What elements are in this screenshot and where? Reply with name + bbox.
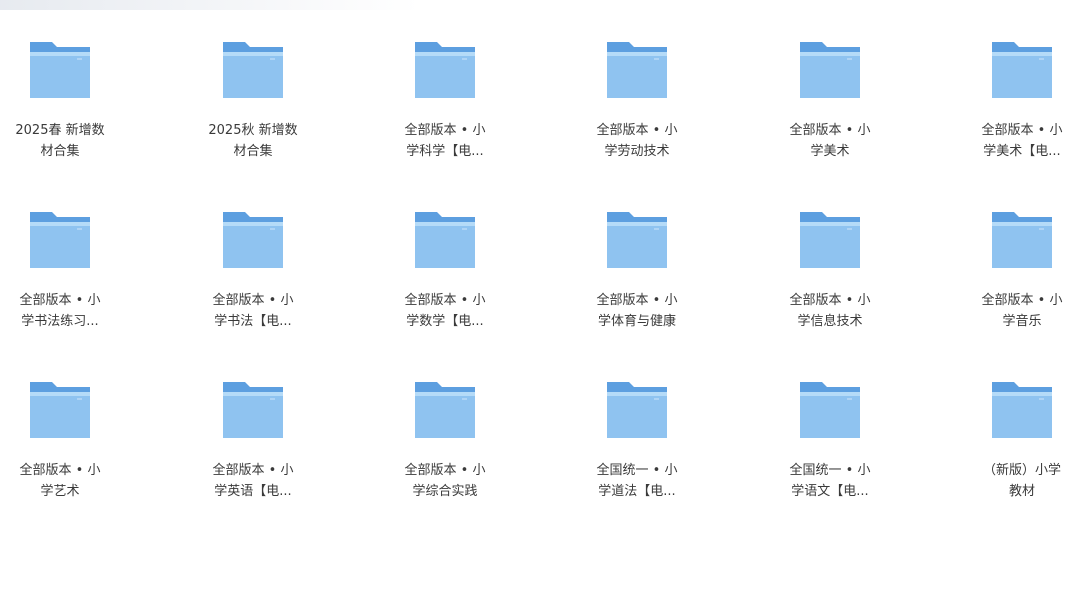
folder-item[interactable]: 全部版本 • 小 学英语【电... — [198, 380, 308, 502]
folder-name-line-1: 全部版本 • 小 — [789, 123, 871, 138]
folder-name-line-1: 全国统一 • 小 — [596, 463, 678, 478]
folder-icon — [30, 42, 90, 98]
folder-item[interactable]: 全部版本 • 小 学美术【电... — [967, 40, 1077, 162]
folder-icon — [415, 382, 475, 438]
folder-name-line-2: 材合集 — [40, 144, 80, 159]
folder-name-line-2: 学美术 — [810, 144, 850, 159]
folder-icon — [607, 382, 667, 438]
folder-item[interactable]: 2025秋 新增数 材合集 — [198, 40, 308, 162]
folder-name-line-2: 学劳动技术 — [604, 144, 670, 159]
folder-item[interactable]: 全国统一 • 小 学道法【电... — [582, 380, 692, 502]
folder-name-line-2: 学道法【电... — [598, 484, 676, 499]
folder-icon — [607, 42, 667, 98]
folder-name-line-2: 学书法【电... — [214, 314, 292, 329]
folder-icon — [992, 382, 1052, 438]
folder-icon — [30, 382, 90, 438]
folder-item[interactable]: 全部版本 • 小 学美术 — [775, 40, 885, 162]
folder-item[interactable]: 2025春 新增数 材合集 — [5, 40, 115, 162]
folder-name-line-1: 全部版本 • 小 — [596, 293, 678, 308]
folder-name-line-2: 学数学【电... — [406, 314, 484, 329]
folder-icon — [223, 382, 283, 438]
folder-name-line-1: 全部版本 • 小 — [981, 293, 1063, 308]
folder-icon — [415, 42, 475, 98]
folder-item[interactable]: 全部版本 • 小 学劳动技术 — [582, 40, 692, 162]
folder-icon — [415, 212, 475, 268]
folder-name-line-1: 全部版本 • 小 — [981, 123, 1063, 138]
folder-icon — [223, 212, 283, 268]
folder-item[interactable]: 全部版本 • 小 学综合实践 — [390, 380, 500, 502]
folder-item[interactable]: 全部版本 • 小 学书法【电... — [198, 210, 308, 332]
folder-name-line-2: 学综合实践 — [412, 484, 478, 499]
folder-icon — [992, 212, 1052, 268]
folder-icon — [607, 212, 667, 268]
folder-icon — [30, 212, 90, 268]
folder-name-line-2: 学体育与健康 — [597, 314, 676, 329]
folder-item[interactable]: 全部版本 • 小 学信息技术 — [775, 210, 885, 332]
folder-item[interactable]: 全部版本 • 小 学书法练习... — [5, 210, 115, 332]
folder-name-line-1: 全部版本 • 小 — [404, 123, 486, 138]
folder-icon — [223, 42, 283, 98]
folder-name-line-1: 全部版本 • 小 — [404, 463, 486, 478]
folder-icon — [800, 382, 860, 438]
folder-icon — [800, 42, 860, 98]
folder-name-line-1: 全部版本 • 小 — [404, 293, 486, 308]
folder-name-line-1: 全部版本 • 小 — [212, 463, 294, 478]
folder-name-line-1: 全国统一 • 小 — [789, 463, 871, 478]
folder-item[interactable]: 全部版本 • 小 学音乐 — [967, 210, 1077, 332]
folder-item[interactable]: （新版）小学 教材 — [967, 380, 1077, 502]
folder-item[interactable]: 全国统一 • 小 学语文【电... — [775, 380, 885, 502]
folder-name-line-2: 学音乐 — [1002, 314, 1042, 329]
folder-name-line-2: 学美术【电... — [983, 144, 1061, 159]
folder-name-line-1: 全部版本 • 小 — [212, 293, 294, 308]
folder-name-line-1: 全部版本 • 小 — [19, 463, 101, 478]
folder-item[interactable]: 全部版本 • 小 学体育与健康 — [582, 210, 692, 332]
folder-name-line-1: （新版）小学 — [982, 463, 1061, 478]
folder-name-line-2: 材合集 — [233, 144, 273, 159]
folder-name-line-1: 全部版本 • 小 — [19, 293, 101, 308]
folder-name-line-1: 2025秋 新增数 — [208, 123, 298, 138]
folder-item[interactable]: 全部版本 • 小 学数学【电... — [390, 210, 500, 332]
folder-name-line-2: 学英语【电... — [214, 484, 292, 499]
folder-name-line-2: 教材 — [1008, 484, 1035, 499]
folder-name-line-2: 学信息技术 — [797, 314, 863, 329]
folder-grid: 2025春 新增数 材合集 2025秋 新增数 材合集 全部版本 • 小 学科学… — [0, 0, 1080, 609]
folder-name-line-2: 学艺术 — [40, 484, 80, 499]
folder-icon — [800, 212, 860, 268]
folder-item[interactable]: 全部版本 • 小 学艺术 — [5, 380, 115, 502]
folder-item[interactable]: 全部版本 • 小 学科学【电... — [390, 40, 500, 162]
folder-name-line-1: 全部版本 • 小 — [789, 293, 871, 308]
folder-name-line-1: 全部版本 • 小 — [596, 123, 678, 138]
folder-name-line-2: 学书法练习... — [21, 314, 99, 329]
folder-name-line-1: 2025春 新增数 — [15, 123, 105, 138]
folder-icon — [992, 42, 1052, 98]
folder-name-line-2: 学语文【电... — [791, 484, 869, 499]
folder-name-line-2: 学科学【电... — [406, 144, 484, 159]
